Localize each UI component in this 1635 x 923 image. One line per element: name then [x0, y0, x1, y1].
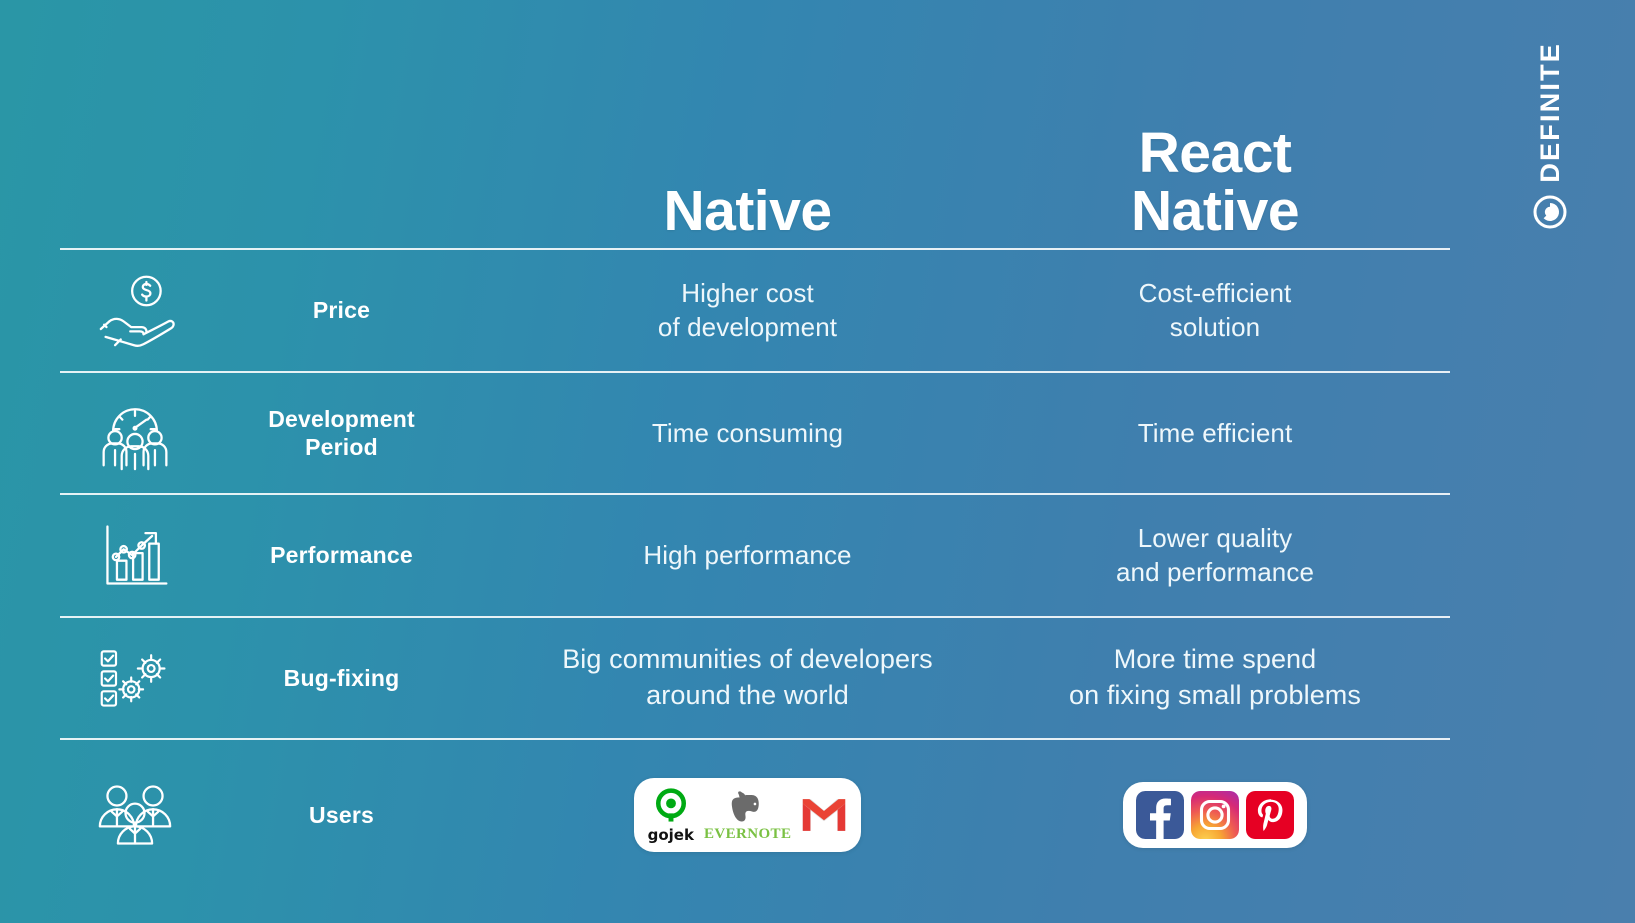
cell-native-bugfixing: Big communities of developers around the…: [515, 642, 980, 713]
row-label-development-period: Development Period: [60, 395, 515, 471]
table-row: Users gojek EVERNOTE: [60, 740, 1450, 890]
header-react-native-line2: Native: [1130, 178, 1300, 243]
hand-holding-coin-icon: [60, 272, 210, 348]
evernote-logo-item: EVERNOTE: [704, 789, 791, 842]
pinterest-logo-icon: [1246, 791, 1294, 839]
cell-react-price-line1: Cost-efficient: [1138, 277, 1292, 308]
cell-native-performance: High performance: [515, 538, 980, 572]
cell-react-price-line2: solution: [1169, 312, 1261, 343]
row-label-price: Price: [60, 272, 515, 348]
row-label-text: Users: [309, 801, 374, 828]
clock-team-icon: [60, 395, 210, 471]
cell-native-development: Time consuming: [515, 416, 980, 450]
cell-react-development-line1: Time efficient: [1137, 417, 1293, 448]
bar-chart-growth-icon: [60, 517, 210, 593]
row-label-text: Bug-fixing: [283, 664, 400, 691]
cell-native-bugfixing-line1: Big communities of developers: [562, 644, 933, 675]
cell-native-performance-line1: High performance: [643, 540, 852, 571]
comparison-table: Native React Native Price Higher cost of…: [60, 30, 1450, 890]
gmail-logo-item: [801, 796, 847, 834]
table-row: Price Higher cost of development Cost-ef…: [60, 250, 1450, 371]
cell-native-price-line2: of development: [657, 312, 838, 343]
instagram-logo-icon: [1191, 791, 1239, 839]
brand-stack: DEFINITE: [1533, 42, 1567, 229]
table-row: Bug-fixing Big communities of developers…: [60, 618, 1450, 739]
row-label-bug-fixing: Bug-fixing: [60, 640, 515, 716]
group-people-icon: [60, 777, 210, 853]
table-header-row: Native React Native: [60, 30, 1450, 248]
gojek-wordmark: gojek: [647, 826, 694, 844]
header-native-title: Native: [663, 178, 832, 243]
cell-react-performance-line2: and performance: [1115, 557, 1315, 588]
cell-native-price: Higher cost of development: [515, 276, 980, 345]
cell-react-development: Time efficient: [980, 416, 1450, 450]
row-label-line2: Period: [305, 433, 378, 460]
evernote-wordmark: EVERNOTE: [703, 825, 792, 842]
cell-react-bugfixing: More time spend on fixing small problems: [980, 642, 1450, 713]
cell-react-performance-line1: Lower quality: [1137, 522, 1293, 553]
gmail-envelope-logo-icon: [803, 799, 846, 831]
cell-react-bugfixing-line1: More time spend: [1113, 644, 1317, 675]
checklist-gears-icon: [60, 640, 210, 716]
gojek-logo-item: gojek: [648, 787, 694, 843]
definite-circle-logo-icon: [1533, 195, 1567, 229]
cell-react-users: [980, 782, 1450, 848]
brand-rail: DEFINITE: [1465, 0, 1635, 923]
table-row: Performance High performance Lower quali…: [60, 495, 1450, 616]
cell-native-bugfixing-line2: around the world: [646, 679, 849, 710]
row-label-users: Users: [60, 777, 515, 853]
header-react-native-line1: React: [1138, 120, 1292, 185]
row-label-performance: Performance: [60, 517, 515, 593]
row-label-text: Performance: [270, 542, 413, 569]
cell-react-performance: Lower quality and performance: [980, 521, 1450, 590]
cell-native-users: gojek EVERNOTE: [515, 778, 980, 852]
table-row: Development Period Time consuming Time e…: [60, 373, 1450, 494]
cell-native-price-line1: Higher cost: [681, 277, 814, 308]
row-label-line1: Development: [268, 405, 415, 432]
header-native: Native: [515, 182, 980, 240]
header-react-native: React Native: [980, 124, 1450, 240]
react-native-logo-pill: [1123, 782, 1307, 848]
evernote-elephant-logo-icon: [731, 790, 759, 822]
cell-native-development-line1: Time consuming: [651, 417, 844, 448]
cell-react-bugfixing-line2: on fixing small problems: [1068, 679, 1362, 710]
native-logo-pill: gojek EVERNOTE: [633, 778, 862, 852]
gojek-logo-icon: [655, 788, 686, 822]
row-label-text: Development Period: [210, 405, 515, 461]
brand-name: DEFINITE: [1534, 42, 1565, 183]
cell-react-price: Cost-efficient solution: [980, 276, 1450, 345]
facebook-logo-icon: [1136, 791, 1184, 839]
row-label-text: Price: [312, 297, 371, 324]
